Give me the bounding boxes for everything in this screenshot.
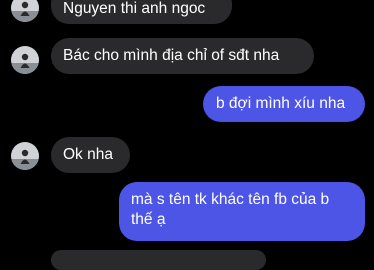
avatar-photo-icon	[11, 46, 39, 74]
message-text: Bác cho mình địa chỉ of sđt nha	[63, 47, 280, 64]
message-text: Ok nha	[63, 146, 113, 163]
avatar-photo-icon	[11, 0, 39, 22]
sent-message-bubble[interactable]: b đợi mình xíu nha	[203, 86, 365, 122]
message-bubble[interactable]: Bác cho mình địa chỉ of sđt nha	[51, 38, 314, 74]
contact-avatar[interactable]	[11, 46, 39, 74]
contact-avatar[interactable]	[11, 0, 39, 22]
contact-avatar[interactable]	[11, 142, 39, 170]
message-text: mà s tên tk khác tên fb của b thế ạ	[131, 191, 330, 228]
avatar-photo-icon	[11, 142, 39, 170]
message-text: Nguyen thi anh ngoc	[63, 0, 206, 17]
message-bubble[interactable]: Ok nha	[51, 137, 130, 173]
sent-message-bubble[interactable]: mà s tên tk khác tên fb của b thế ạ	[119, 182, 365, 241]
message-bubble[interactable]	[51, 250, 266, 270]
message-bubble[interactable]: Nguyen thi anh ngoc	[51, 0, 232, 24]
message-text: b đợi mình xíu nha	[216, 95, 346, 112]
